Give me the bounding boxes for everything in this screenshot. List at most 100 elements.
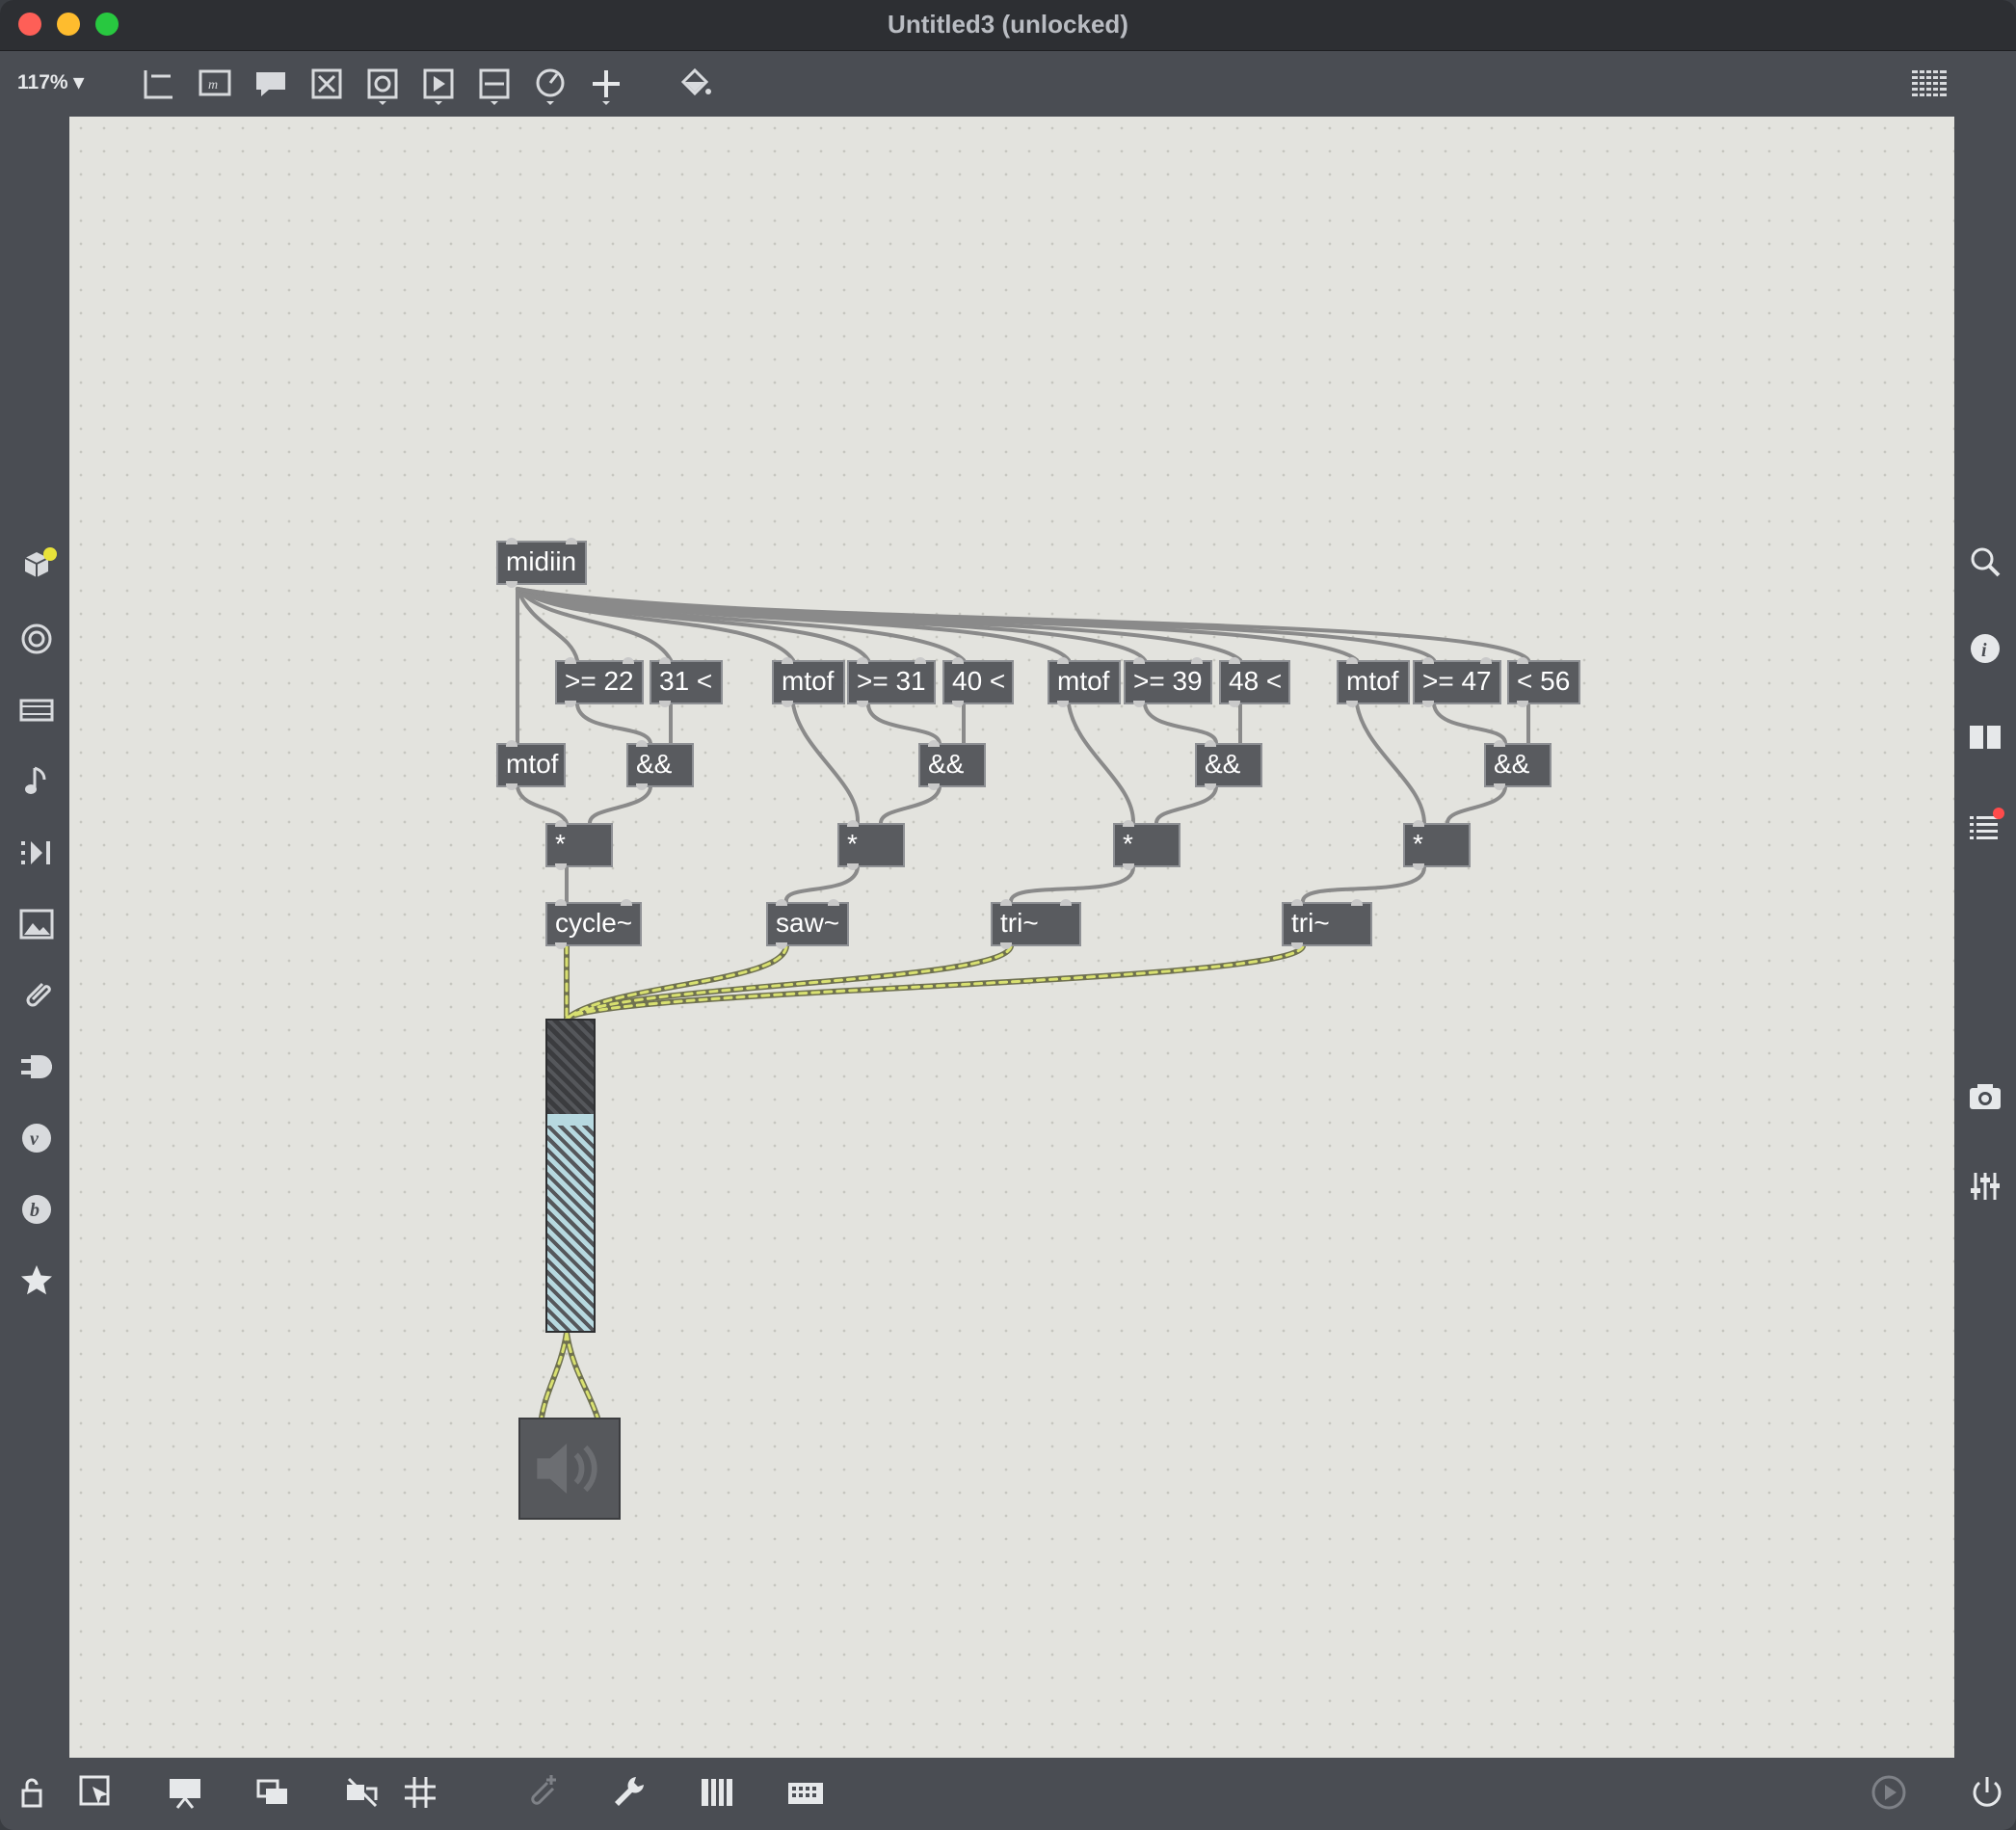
- tri-oscillator-object-1[interactable]: tri~: [991, 899, 1081, 949]
- inlet[interactable]: [1422, 657, 1434, 664]
- inlet[interactable]: [1057, 657, 1069, 664]
- multiply-object-1[interactable]: *: [545, 820, 613, 870]
- gain-slider[interactable]: [545, 1019, 596, 1333]
- snippets-icon[interactable]: [15, 974, 58, 1017]
- inlet[interactable]: [1123, 820, 1134, 827]
- reference-icon[interactable]: [1964, 716, 2006, 758]
- music-icon[interactable]: [15, 760, 58, 803]
- add-icon[interactable]: [585, 63, 627, 105]
- playbar-icon[interactable]: [417, 63, 460, 105]
- vst-icon[interactable]: v: [15, 1117, 58, 1159]
- image-icon[interactable]: [15, 903, 58, 945]
- format-paint-icon[interactable]: [674, 63, 716, 105]
- inlet[interactable]: [1291, 899, 1303, 906]
- compare-lt-48-object[interactable]: 48 <: [1219, 657, 1290, 707]
- keyboard-icon[interactable]: [784, 1771, 827, 1814]
- mixer-icon[interactable]: [1964, 1165, 2006, 1207]
- select-icon[interactable]: [75, 1771, 118, 1814]
- package-manager-icon[interactable]: [15, 544, 58, 587]
- logical-and-object-1[interactable]: &&: [626, 740, 694, 790]
- tri-oscillator-object-2[interactable]: tri~: [1282, 899, 1372, 949]
- compare-ge-39-object[interactable]: >= 39: [1124, 657, 1212, 707]
- multiply-object-3[interactable]: *: [1113, 820, 1180, 870]
- midiin-object[interactable]: midiin: [496, 538, 587, 588]
- inlet[interactable]: [1205, 740, 1216, 747]
- inlet[interactable]: [928, 740, 940, 747]
- inlet[interactable]: [623, 657, 634, 664]
- compare-ge-47-object[interactable]: >= 47: [1413, 657, 1501, 707]
- inlet[interactable]: [1480, 657, 1492, 664]
- grid-toggle-icon[interactable]: [1908, 63, 1950, 105]
- search-icon[interactable]: [1964, 541, 2006, 583]
- layers-icon[interactable]: [252, 1771, 295, 1814]
- multiply-object-2[interactable]: *: [837, 820, 905, 870]
- snapshot-icon[interactable]: [1964, 1076, 2006, 1119]
- grid-icon[interactable]: [399, 1771, 441, 1814]
- mtof-object-3[interactable]: mtof: [1048, 657, 1121, 707]
- plugin-icon[interactable]: [15, 1046, 58, 1088]
- compare-ge-22-object[interactable]: >= 22: [555, 657, 644, 707]
- inlet[interactable]: [555, 899, 567, 906]
- inlet[interactable]: [828, 899, 839, 906]
- inlet[interactable]: [1346, 657, 1358, 664]
- browse-icon[interactable]: [15, 618, 58, 660]
- presentation-icon[interactable]: [164, 1771, 206, 1814]
- audio-output-ezdac[interactable]: [518, 1418, 621, 1520]
- logical-and-object-3[interactable]: &&: [1195, 740, 1262, 790]
- mtof-object-2[interactable]: mtof: [772, 657, 845, 707]
- inlet[interactable]: [636, 740, 648, 747]
- audio-status-icon[interactable]: [1868, 1771, 1910, 1814]
- piano-icon[interactable]: [696, 1771, 738, 1814]
- logical-and-object-2[interactable]: &&: [918, 740, 986, 790]
- inlet[interactable]: [1517, 657, 1528, 664]
- inlet[interactable]: [1000, 899, 1012, 906]
- inlet[interactable]: [915, 657, 926, 664]
- inlet[interactable]: [1413, 820, 1424, 827]
- zoom-menu[interactable]: 117% ▾: [17, 70, 84, 94]
- add-clip-icon[interactable]: [520, 1771, 563, 1814]
- compare-lt-56-object[interactable]: < 56: [1507, 657, 1580, 707]
- inlet[interactable]: [1494, 740, 1505, 747]
- dial-icon[interactable]: [529, 63, 571, 105]
- inlet[interactable]: [506, 740, 517, 747]
- inlet[interactable]: [659, 657, 671, 664]
- inlet[interactable]: [1229, 657, 1240, 664]
- inlet[interactable]: [565, 657, 576, 664]
- toggle-icon[interactable]: [305, 63, 348, 105]
- inlet[interactable]: [555, 820, 567, 827]
- inlet[interactable]: [847, 820, 859, 827]
- inlet[interactable]: [1191, 657, 1203, 664]
- inlet[interactable]: [857, 657, 868, 664]
- inlet[interactable]: [566, 538, 577, 544]
- power-icon[interactable]: [1966, 1771, 2008, 1814]
- inlet[interactable]: [952, 657, 964, 664]
- inlet[interactable]: [506, 538, 517, 544]
- inlet[interactable]: [782, 657, 793, 664]
- playlist-icon[interactable]: [15, 832, 58, 874]
- inlet[interactable]: [1060, 899, 1072, 906]
- inlet[interactable]: [1351, 899, 1363, 906]
- logical-and-object-4[interactable]: &&: [1484, 740, 1552, 790]
- inspector-icon[interactable]: i: [1964, 627, 2006, 670]
- cycle-oscillator-object[interactable]: cycle~: [545, 899, 642, 949]
- hide-icon[interactable]: [341, 1771, 384, 1814]
- wrench-icon[interactable]: [607, 1771, 650, 1814]
- console-icon[interactable]: [1964, 805, 2006, 847]
- slider-icon[interactable]: [473, 63, 516, 105]
- patcher-canvas[interactable]: midiin >= 22 31 < mtof && * cycle~ mtof …: [69, 117, 1954, 1758]
- compare-ge-31-object[interactable]: >= 31: [847, 657, 936, 707]
- saw-oscillator-object[interactable]: saw~: [766, 899, 849, 949]
- lock-icon[interactable]: [15, 1771, 58, 1814]
- compare-lt-40-object[interactable]: 40 <: [942, 657, 1014, 707]
- compare-lt-31-object[interactable]: 31 <: [650, 657, 723, 707]
- new-object-icon[interactable]: [138, 63, 180, 105]
- mtof-object-1[interactable]: mtof: [496, 740, 566, 790]
- favorites-icon[interactable]: [15, 1260, 58, 1302]
- multiply-object-4[interactable]: *: [1403, 820, 1471, 870]
- gain-slider-knob[interactable]: [547, 1114, 594, 1126]
- inlet[interactable]: [621, 899, 632, 906]
- message-icon[interactable]: m: [194, 63, 236, 105]
- inlet[interactable]: [776, 899, 787, 906]
- media-icon[interactable]: [15, 689, 58, 731]
- button-icon[interactable]: [361, 63, 404, 105]
